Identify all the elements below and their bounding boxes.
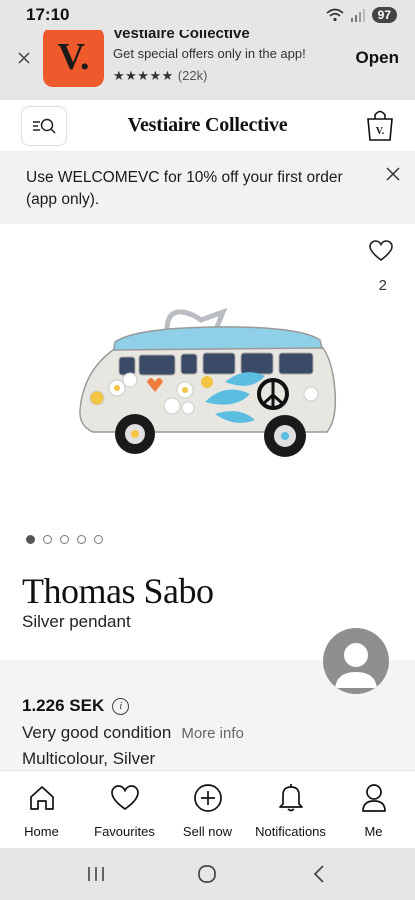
back-system-button[interactable] (299, 859, 339, 889)
site-logo[interactable]: Vestiaire Collective (0, 114, 415, 137)
app-tagline: Get special offers only in the app! (113, 46, 306, 61)
rating-count: (22k) (177, 68, 208, 83)
site-header: Vestiaire Collective V. (0, 100, 415, 152)
banner-close-button[interactable] (14, 48, 34, 68)
favourite-count: 2 (378, 277, 387, 294)
shopping-bag-icon: V. (367, 110, 393, 141)
nav-label: Home (24, 824, 59, 839)
nav-label: Me (364, 824, 383, 839)
bell-icon (276, 783, 306, 813)
home-system-button[interactable] (187, 859, 227, 889)
wifi-icon (326, 8, 344, 22)
nav-item-me[interactable]: Me (332, 771, 415, 848)
carousel-dot[interactable] (26, 535, 35, 544)
product-condition: Very good condition (22, 723, 172, 742)
avatar-placeholder-icon (335, 643, 377, 688)
recent-apps-icon (88, 867, 104, 881)
product-details: 1.226 SEK i Very good condition More inf… (0, 628, 415, 770)
nav-label: Notifications (255, 824, 326, 839)
carousel-dot[interactable] (94, 535, 103, 544)
image-carousel-dots (26, 535, 103, 544)
signal-icon (350, 8, 365, 22)
product-price: 1.226 SEK (22, 696, 105, 715)
product-gallery: 2 Thomas Sabo Silver pendant (0, 224, 415, 660)
product-image[interactable] (75, 302, 340, 462)
open-app-button[interactable]: Open (356, 48, 399, 68)
heart-icon (110, 783, 140, 813)
nav-item-notifications[interactable]: Notifications (249, 771, 332, 848)
recent-apps-button[interactable] (76, 859, 116, 889)
carousel-dot[interactable] (60, 535, 69, 544)
shopping-bag-button[interactable]: V. (365, 108, 395, 142)
back-chevron-icon (313, 865, 324, 883)
app-install-banner: V. Vestiaire Collective Get special offe… (0, 30, 415, 100)
app-icon-letter: V. (57, 36, 90, 78)
product-title: Silver pendant (22, 612, 131, 631)
product-brand[interactable]: Thomas Sabo (22, 570, 214, 612)
status-time: 17:10 (26, 5, 70, 24)
rating-stars: ★★★★★ (113, 68, 174, 83)
close-icon (386, 167, 400, 181)
seller-avatar[interactable] (323, 628, 389, 694)
svg-text:V.: V. (376, 126, 385, 137)
home-icon (27, 783, 57, 813)
heart-icon (369, 240, 393, 262)
close-icon (18, 52, 30, 64)
bottom-navigation: Home Favourites Sell now Notifications M… (0, 770, 415, 848)
nav-label: Favourites (94, 824, 155, 839)
condition-row: Very good condition More info (22, 723, 244, 743)
home-circle-icon (198, 865, 217, 883)
promo-banner: Use WELCOMEVC for 10% off your first ord… (0, 152, 415, 224)
carousel-dot[interactable] (43, 535, 52, 544)
promo-text: Use WELCOMEVC for 10% off your first ord… (26, 169, 343, 208)
app-icon: V. (43, 30, 104, 87)
system-navigation-bar (0, 848, 415, 900)
favourite-button[interactable] (369, 240, 393, 262)
more-info-link[interactable]: More info (181, 725, 244, 742)
battery-indicator: 97 (371, 7, 397, 23)
product-colours: Multicolour, Silver (22, 749, 156, 768)
nav-item-sell-now[interactable]: Sell now (166, 771, 249, 848)
nav-item-favourites[interactable]: Favourites (83, 771, 166, 848)
promo-close-button[interactable] (385, 166, 401, 182)
status-bar: 17:10 97 (0, 0, 415, 30)
price-row: 1.226 SEK i (22, 696, 130, 716)
app-rating: ★★★★★ (22k) (113, 68, 207, 84)
plus-circle-icon (193, 783, 223, 813)
price-info-icon[interactable]: i (112, 697, 130, 715)
app-name: Vestiaire Collective (113, 30, 250, 42)
nav-label: Sell now (182, 824, 233, 839)
carousel-dot[interactable] (77, 535, 86, 544)
nav-item-home[interactable]: Home (0, 771, 83, 848)
status-icons: 97 (326, 7, 397, 23)
user-icon (359, 783, 389, 813)
